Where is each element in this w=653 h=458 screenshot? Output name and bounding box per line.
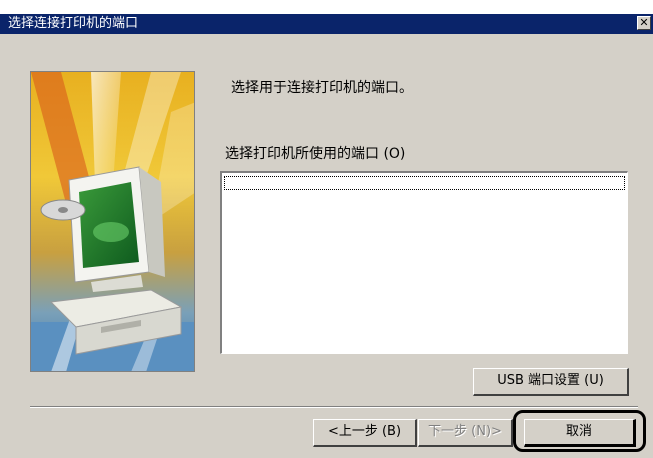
top-strip [0,0,653,14]
banner-illustration [30,71,195,372]
port-listbox[interactable] [220,171,628,354]
back-button[interactable]: <上一步 (B) [313,419,417,447]
next-button[interactable]: 下一步 (N)> [418,419,513,447]
window-title: 选择连接打印机的端口 [8,16,139,31]
port-list-label: 选择打印机所使用的端口 (O) [225,146,406,162]
separator [30,406,638,408]
title-bar: 选择连接打印机的端口 ✕ [0,14,653,34]
close-icon[interactable]: ✕ [637,16,651,30]
cancel-button[interactable]: 取消 [524,419,636,447]
instruction-text: 选择用于连接打印机的端口。 [231,80,413,96]
usb-port-settings-button[interactable]: USB 端口设置 (U) [473,368,629,396]
list-focus-row[interactable] [224,176,625,190]
